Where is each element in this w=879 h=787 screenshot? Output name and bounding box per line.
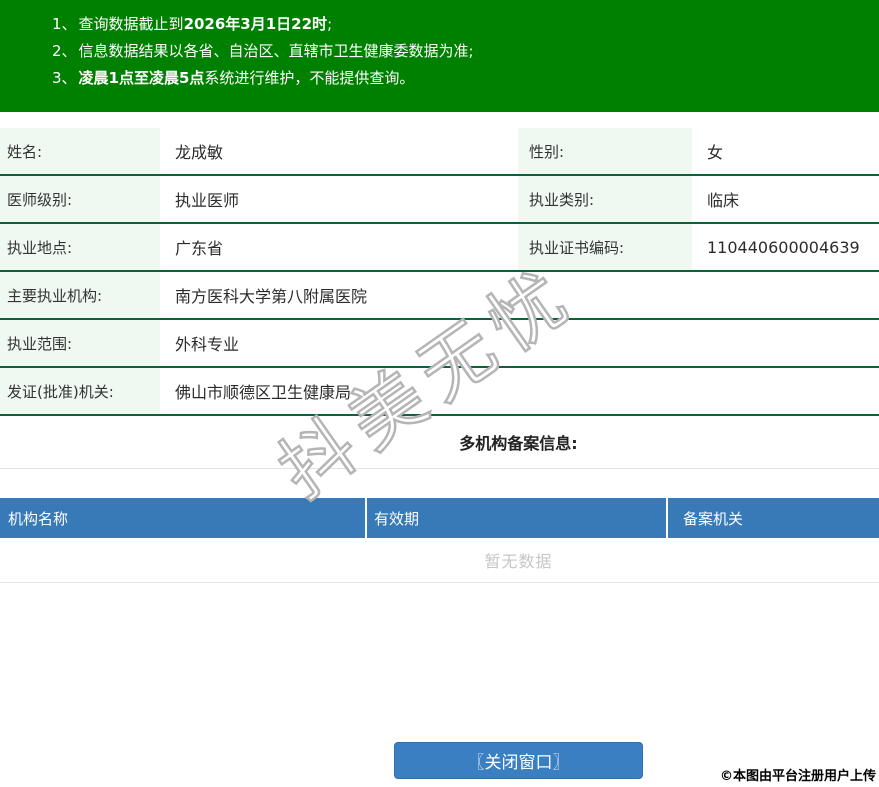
practice-location-label: 执业地点: <box>0 224 160 270</box>
info-row-location-certificate: 执业地点: 广东省 执业证书编码: 110440600004639 <box>0 224 879 272</box>
practice-scope-label: 执业范围: <box>0 320 160 366</box>
notice-number: 1、 <box>52 15 77 33</box>
name-label: 姓名: <box>0 128 160 174</box>
info-row-name-gender: 姓名: 龙成敏 性别: 女 <box>0 128 879 176</box>
notice-item-1: 1、 查询数据截止到2026年3月1日22时; <box>52 11 879 38</box>
issuing-authority-value: 佛山市顺德区卫生健康局 <box>175 383 352 402</box>
notice-text: ; <box>327 15 333 33</box>
notice-text: 查询数据截止到 <box>78 15 184 33</box>
gender-value: 女 <box>707 143 724 162</box>
practice-location-value: 广东省 <box>175 239 224 258</box>
filing-table-header: 机构名称 有效期 备案机关 <box>0 498 879 538</box>
physician-registration-query-page: 1、 查询数据截止到2026年3月1日22时; 2、 信息数据结果以各省、自治区、直… <box>0 0 879 787</box>
name-value: 龙成敏 <box>175 143 224 162</box>
notice-item-2: 2、 信息数据结果以各省、自治区、直辖市卫生健康委数据为准; <box>52 38 879 65</box>
gender-label: 性别: <box>518 128 692 174</box>
notice-banner: 1、 查询数据截止到2026年3月1日22时; 2、 信息数据结果以各省、自治区、直… <box>0 0 879 112</box>
notice-text-bold: 凌晨1点至凌晨5点 <box>78 69 205 87</box>
physician-info-table: 姓名: 龙成敏 性别: 女 医师级别: 执业医师 执业类别: 临床 执业地点: … <box>0 128 879 416</box>
physician-level-label: 医师级别: <box>0 176 160 222</box>
empty-data-text: 暂无数据 <box>484 552 553 571</box>
filing-col-filing-authority: 备案机关 <box>668 498 879 538</box>
main-institution-label: 主要执业机构: <box>0 272 160 318</box>
info-row-level-category: 医师级别: 执业医师 执业类别: 临床 <box>0 176 879 224</box>
certificate-number-value: 110440600004639 <box>707 237 860 257</box>
notice-number: 2、 <box>52 42 77 60</box>
main-institution-value: 南方医科大学第八附属医院 <box>175 287 368 306</box>
multi-institution-section: 多机构备案信息: <box>0 416 879 469</box>
notice-text: 信息数据结果以各省、自治区、直辖市卫生健康委数据为准; <box>78 42 474 60</box>
info-row-practice-scope: 执业范围: 外科专业 <box>0 320 879 368</box>
info-row-issuing-authority: 发证(批准)机关: 佛山市顺德区卫生健康局 <box>0 368 879 416</box>
notice-number: 3、 <box>52 69 77 87</box>
physician-level-value: 执业医师 <box>175 191 240 210</box>
issuing-authority-label: 发证(批准)机关: <box>0 368 160 414</box>
notice-text-bold: 2026年3月1日22时 <box>183 15 328 33</box>
close-window-button[interactable]: 〖关闭窗口〗 <box>394 742 643 779</box>
footer-credit: ©本图由平台注册用户上传 <box>719 769 876 784</box>
filing-empty-row: 暂无数据 <box>0 538 879 583</box>
filing-col-validity-period: 有效期 <box>367 498 668 538</box>
notice-item-3: 3、 凌晨1点至凌晨5点系统进行维护，不能提供查询。 <box>52 65 879 92</box>
section-title: 多机构备案信息: <box>459 434 578 453</box>
filing-records-table: 机构名称 有效期 备案机关 暂无数据 <box>0 498 879 583</box>
certificate-number-label: 执业证书编码: <box>518 224 692 270</box>
practice-category-label: 执业类别: <box>518 176 692 222</box>
info-row-main-institution: 主要执业机构: 南方医科大学第八附属医院 <box>0 272 879 320</box>
practice-scope-value: 外科专业 <box>175 335 240 354</box>
practice-category-value: 临床 <box>707 191 740 210</box>
notice-text: 系统进行维护，不能提供查询。 <box>204 69 415 87</box>
filing-col-institution-name: 机构名称 <box>0 498 367 538</box>
